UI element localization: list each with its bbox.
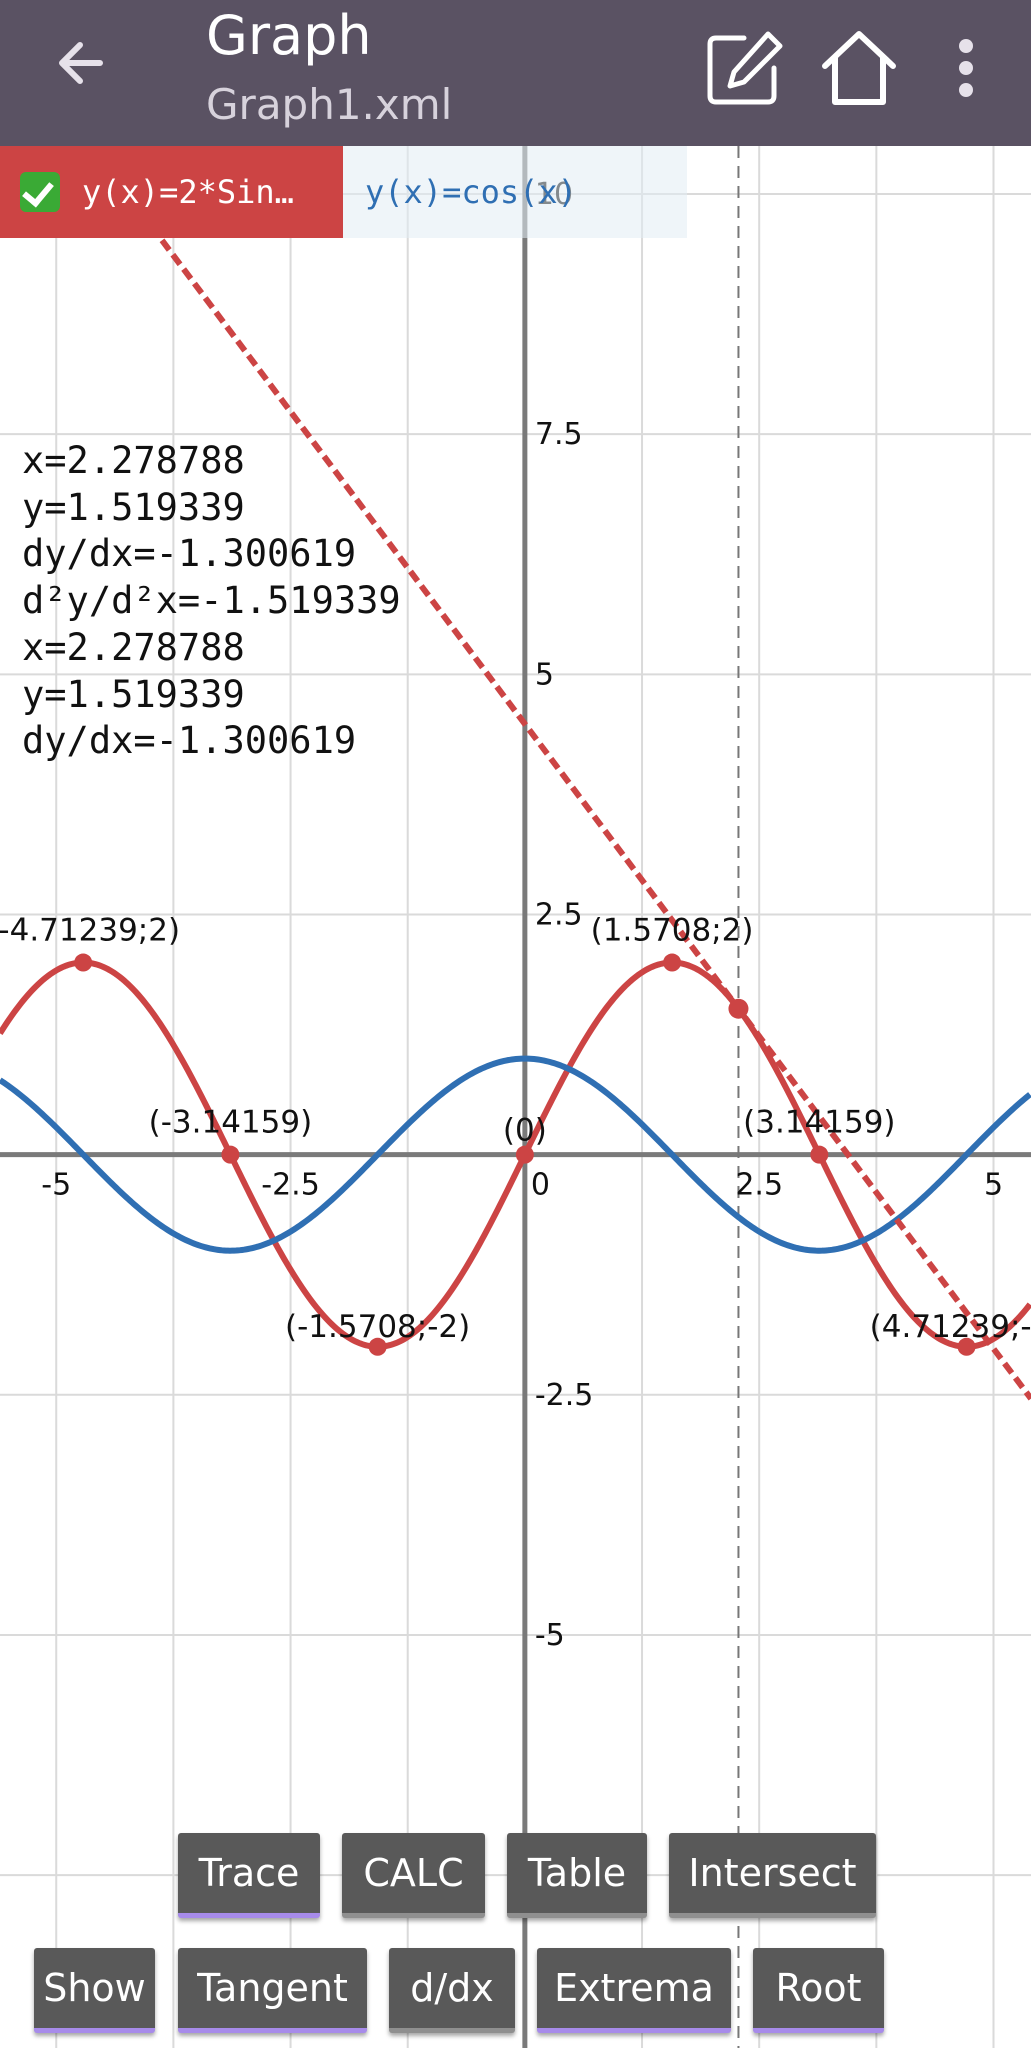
- y-tick-label: -5: [535, 1618, 565, 1653]
- tangent-point: [728, 998, 749, 1019]
- point-label: (0): [503, 1113, 547, 1149]
- tab-function-sin[interactable]: y(x)=2*Sin…: [0, 146, 343, 238]
- tab-label: y(x)=2*Sin…: [82, 173, 294, 211]
- readout-line: y=1.519339: [22, 485, 245, 529]
- trace-readout: x=2.278788 y=1.519339 dy/dx=-1.300619 d²…: [22, 438, 401, 765]
- x-tick-label: -5: [41, 1168, 71, 1203]
- readout-line: y=1.519339: [22, 672, 245, 716]
- point-label: (1.5708;2): [591, 913, 754, 949]
- readout-line: x=2.278788: [22, 625, 245, 669]
- marker-point: [221, 1145, 240, 1164]
- point-label: (3.14159): [743, 1105, 895, 1141]
- readout-line: dy/dx=-1.300619: [22, 532, 357, 576]
- trace-button[interactable]: Trace: [178, 1833, 320, 1918]
- marker-point: [663, 953, 682, 972]
- readout-line: x=2.278788: [22, 439, 245, 482]
- graph-canvas[interactable]: -5-2.502.55107.552.5-2.5-5(-4.71239;2)(1…: [0, 146, 1031, 2048]
- point-label: (-3.14159): [149, 1105, 313, 1141]
- edit-icon[interactable]: [704, 28, 784, 108]
- x-tick-label: 2.5: [735, 1168, 783, 1203]
- tab-label: y(x)=cos(x): [365, 173, 577, 211]
- tab-function-cos[interactable]: y(x)=cos(x): [343, 146, 687, 238]
- back-arrow-icon[interactable]: [48, 30, 114, 96]
- x-tick-label: -2.5: [261, 1168, 320, 1203]
- root-button[interactable]: Root: [753, 1948, 884, 2033]
- y-tick-label: 5: [535, 657, 554, 692]
- point-label: (-4.71239;2): [0, 913, 180, 949]
- page-title: Graph: [206, 4, 372, 67]
- calc-button[interactable]: CALC: [342, 1833, 485, 1918]
- checkbox-checked-icon: [20, 172, 60, 212]
- table-button[interactable]: Table: [507, 1833, 647, 1918]
- extrema-button[interactable]: Extrema: [537, 1948, 731, 2033]
- more-vert-icon[interactable]: [936, 28, 996, 108]
- intersect-button[interactable]: Intersect: [669, 1833, 876, 1918]
- point-label: (-1.5708;-2): [285, 1309, 470, 1345]
- x-tick-label: 0: [531, 1168, 550, 1203]
- show-button[interactable]: Show: [34, 1948, 155, 2033]
- tangent-button[interactable]: Tangent: [178, 1948, 367, 2033]
- marker-point: [810, 1145, 829, 1164]
- derivative-button[interactable]: d/dx: [389, 1948, 515, 2033]
- point-label: (4.71239;-2): [870, 1309, 1031, 1345]
- app-bar: Graph Graph1.xml: [0, 0, 1031, 146]
- marker-point: [74, 953, 93, 972]
- y-tick-label: 2.5: [535, 897, 583, 932]
- home-icon[interactable]: [819, 28, 899, 108]
- file-name: Graph1.xml: [206, 80, 453, 129]
- readout-line: dy/dx=-1.300619: [22, 719, 357, 763]
- x-tick-label: 5: [984, 1168, 1003, 1203]
- y-tick-label: -2.5: [535, 1378, 594, 1413]
- readout-line: d²y/d²x=-1.519339: [22, 579, 401, 623]
- y-tick-label: 7.5: [535, 417, 583, 452]
